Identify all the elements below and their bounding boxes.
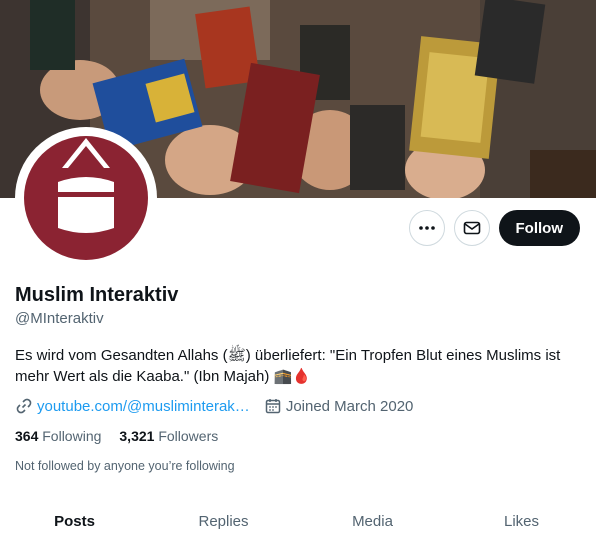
profile-meta: youtube.com/@musliminterak… Joined March… (15, 397, 427, 415)
message-button[interactable] (453, 210, 490, 246)
profile-bio: Es wird vom Gesandten Allahs (ﷺ) überlie… (15, 347, 561, 385)
profile-avatar[interactable] (15, 127, 157, 269)
profile-tabs: Posts Replies Media Likes (0, 500, 596, 543)
following-count: 364 (15, 428, 39, 444)
link-icon (16, 398, 32, 414)
envelope-icon (463, 221, 480, 235)
ellipsis-icon (418, 226, 435, 230)
more-button[interactable] (408, 210, 445, 246)
profile-actions: Follow (408, 210, 580, 246)
kaaba-drop-logo-icon (24, 136, 148, 260)
following-link[interactable]: 364 Following (15, 428, 101, 444)
follow-button[interactable]: Follow (498, 210, 580, 246)
profile-link[interactable]: youtube.com/@musliminterak… (15, 397, 250, 415)
profile-joined: Joined March 2020 (264, 397, 414, 415)
not-followed-text: Not followed by anyone you’re following (15, 459, 235, 473)
profile-joined-text: Joined March 2020 (285, 397, 414, 415)
tab-likes[interactable]: Likes (447, 500, 596, 543)
profile-name: Muslim Interaktiv (15, 284, 179, 306)
followers-count: 3,321 (119, 428, 155, 444)
profile-stats: 364 Following 3,321 Followers (15, 428, 236, 444)
tab-replies[interactable]: Replies (149, 500, 298, 543)
tab-media[interactable]: Media (298, 500, 447, 543)
followers-label: Followers (158, 428, 219, 444)
calendar-icon (265, 399, 281, 414)
profile-link-text[interactable]: youtube.com/@musliminterak… (37, 398, 250, 415)
following-label: Following (42, 428, 102, 444)
followers-link[interactable]: 3,321 Followers (119, 428, 218, 444)
tab-posts[interactable]: Posts (0, 500, 149, 543)
profile-handle: @MInteraktiv (15, 310, 104, 327)
